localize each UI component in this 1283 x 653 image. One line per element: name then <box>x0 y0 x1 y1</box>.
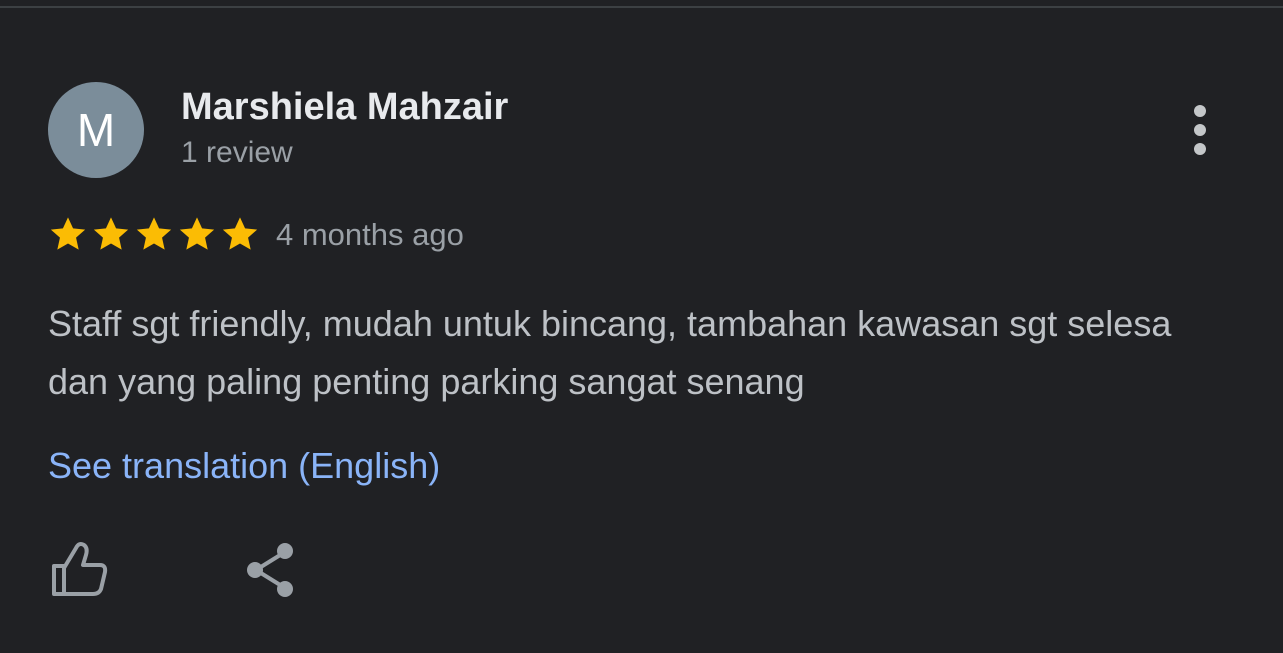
star-rating <box>47 213 261 255</box>
like-button[interactable] <box>46 536 112 602</box>
more-vert-icon <box>1194 105 1206 117</box>
author-name[interactable]: Marshiela Mahzair <box>181 84 508 130</box>
thumb-up-icon <box>52 542 108 596</box>
review-card: M Marshiela Mahzair 1 review 4 months ag… <box>0 0 1283 653</box>
star-icon <box>222 217 258 250</box>
star-icon <box>179 217 215 250</box>
more-vert-icon-dot <box>1194 143 1206 155</box>
more-vert-icon-dot <box>1194 124 1206 136</box>
review-text: Staff sgt friendly, mudah untuk bincang,… <box>48 303 1172 402</box>
share-button[interactable] <box>240 538 302 600</box>
avatar-initial: M <box>76 104 116 156</box>
see-translation-link[interactable]: See translation (English) <box>48 442 440 490</box>
star-icon <box>93 217 129 250</box>
review-count: 1 review <box>181 136 293 169</box>
review-date: 4 months ago <box>276 217 464 252</box>
star-icon <box>136 217 172 250</box>
avatar[interactable]: M <box>48 82 144 178</box>
share-icon <box>247 543 293 597</box>
star-icon <box>50 217 86 250</box>
more-options-button[interactable] <box>1176 100 1224 160</box>
top-divider <box>0 0 1283 8</box>
